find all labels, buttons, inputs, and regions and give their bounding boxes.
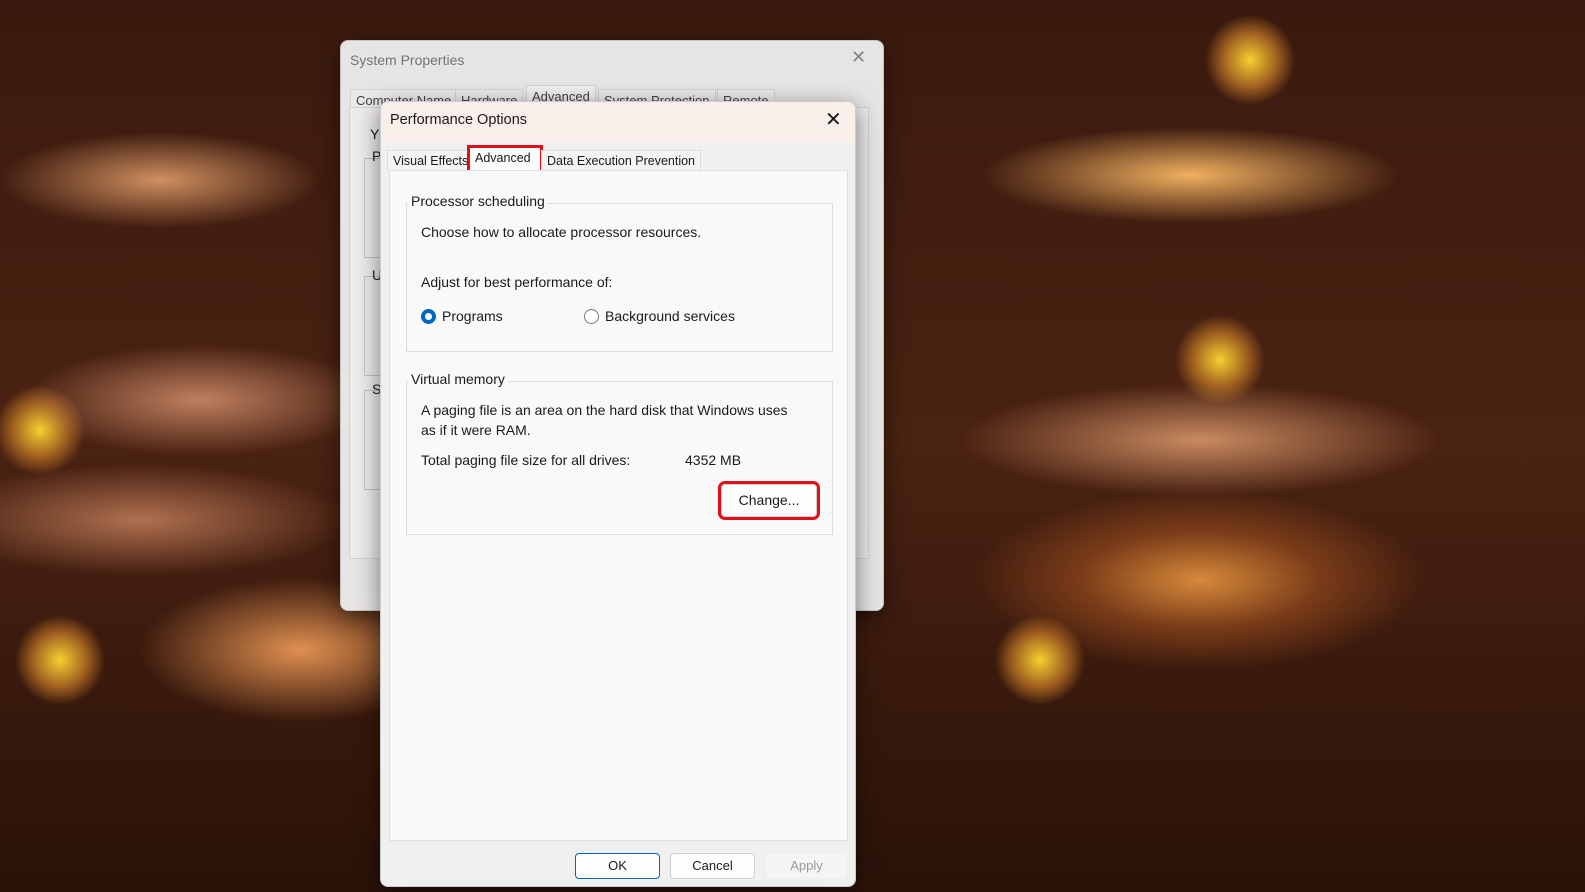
change-button[interactable]: Change...	[718, 481, 820, 520]
processor-scheduling-legend: Processor scheduling	[408, 193, 548, 209]
window-title: System Properties	[350, 52, 465, 68]
adjust-label: Adjust for best performance of:	[421, 274, 613, 290]
total-paging-label: Total paging file size for all drives:	[421, 452, 631, 468]
virtual-memory-legend: Virtual memory	[408, 371, 508, 387]
ok-button[interactable]: OK	[575, 853, 660, 879]
close-icon[interactable]: ✕	[851, 47, 866, 68]
programs-label: Programs	[442, 308, 503, 324]
tab-advanced[interactable]: Advanced	[467, 145, 543, 173]
apply-button[interactable]: Apply	[765, 853, 848, 879]
background-services-radio-option[interactable]: Background services	[584, 308, 735, 324]
cancel-button[interactable]: Cancel	[670, 853, 755, 879]
virtual-memory-description-1: A paging file is an area on the hard dis…	[421, 402, 788, 418]
tab-panel: Processor scheduling Choose how to alloc…	[389, 170, 848, 841]
programs-radio-option[interactable]: Programs	[421, 308, 503, 324]
tab-data-execution-prevention[interactable]: Data Execution Prevention	[541, 150, 702, 170]
background-services-radio[interactable]	[584, 308, 599, 324]
programs-radio[interactable]	[421, 308, 436, 324]
virtual-memory-description-2: as if it were RAM.	[421, 422, 531, 438]
total-paging-value: 4352 MB	[685, 452, 742, 468]
close-icon[interactable]: ✕	[825, 107, 842, 132]
dialog-title: Performance Options	[390, 112, 528, 128]
partial-text: Y	[370, 126, 380, 142]
background-services-label: Background services	[605, 308, 735, 324]
tab-visual-effects[interactable]: Visual Effects	[387, 150, 475, 170]
performance-options-dialog: Performance Options ✕ Visual Effects Adv…	[380, 101, 856, 887]
processor-description: Choose how to allocate processor resourc…	[421, 224, 702, 240]
